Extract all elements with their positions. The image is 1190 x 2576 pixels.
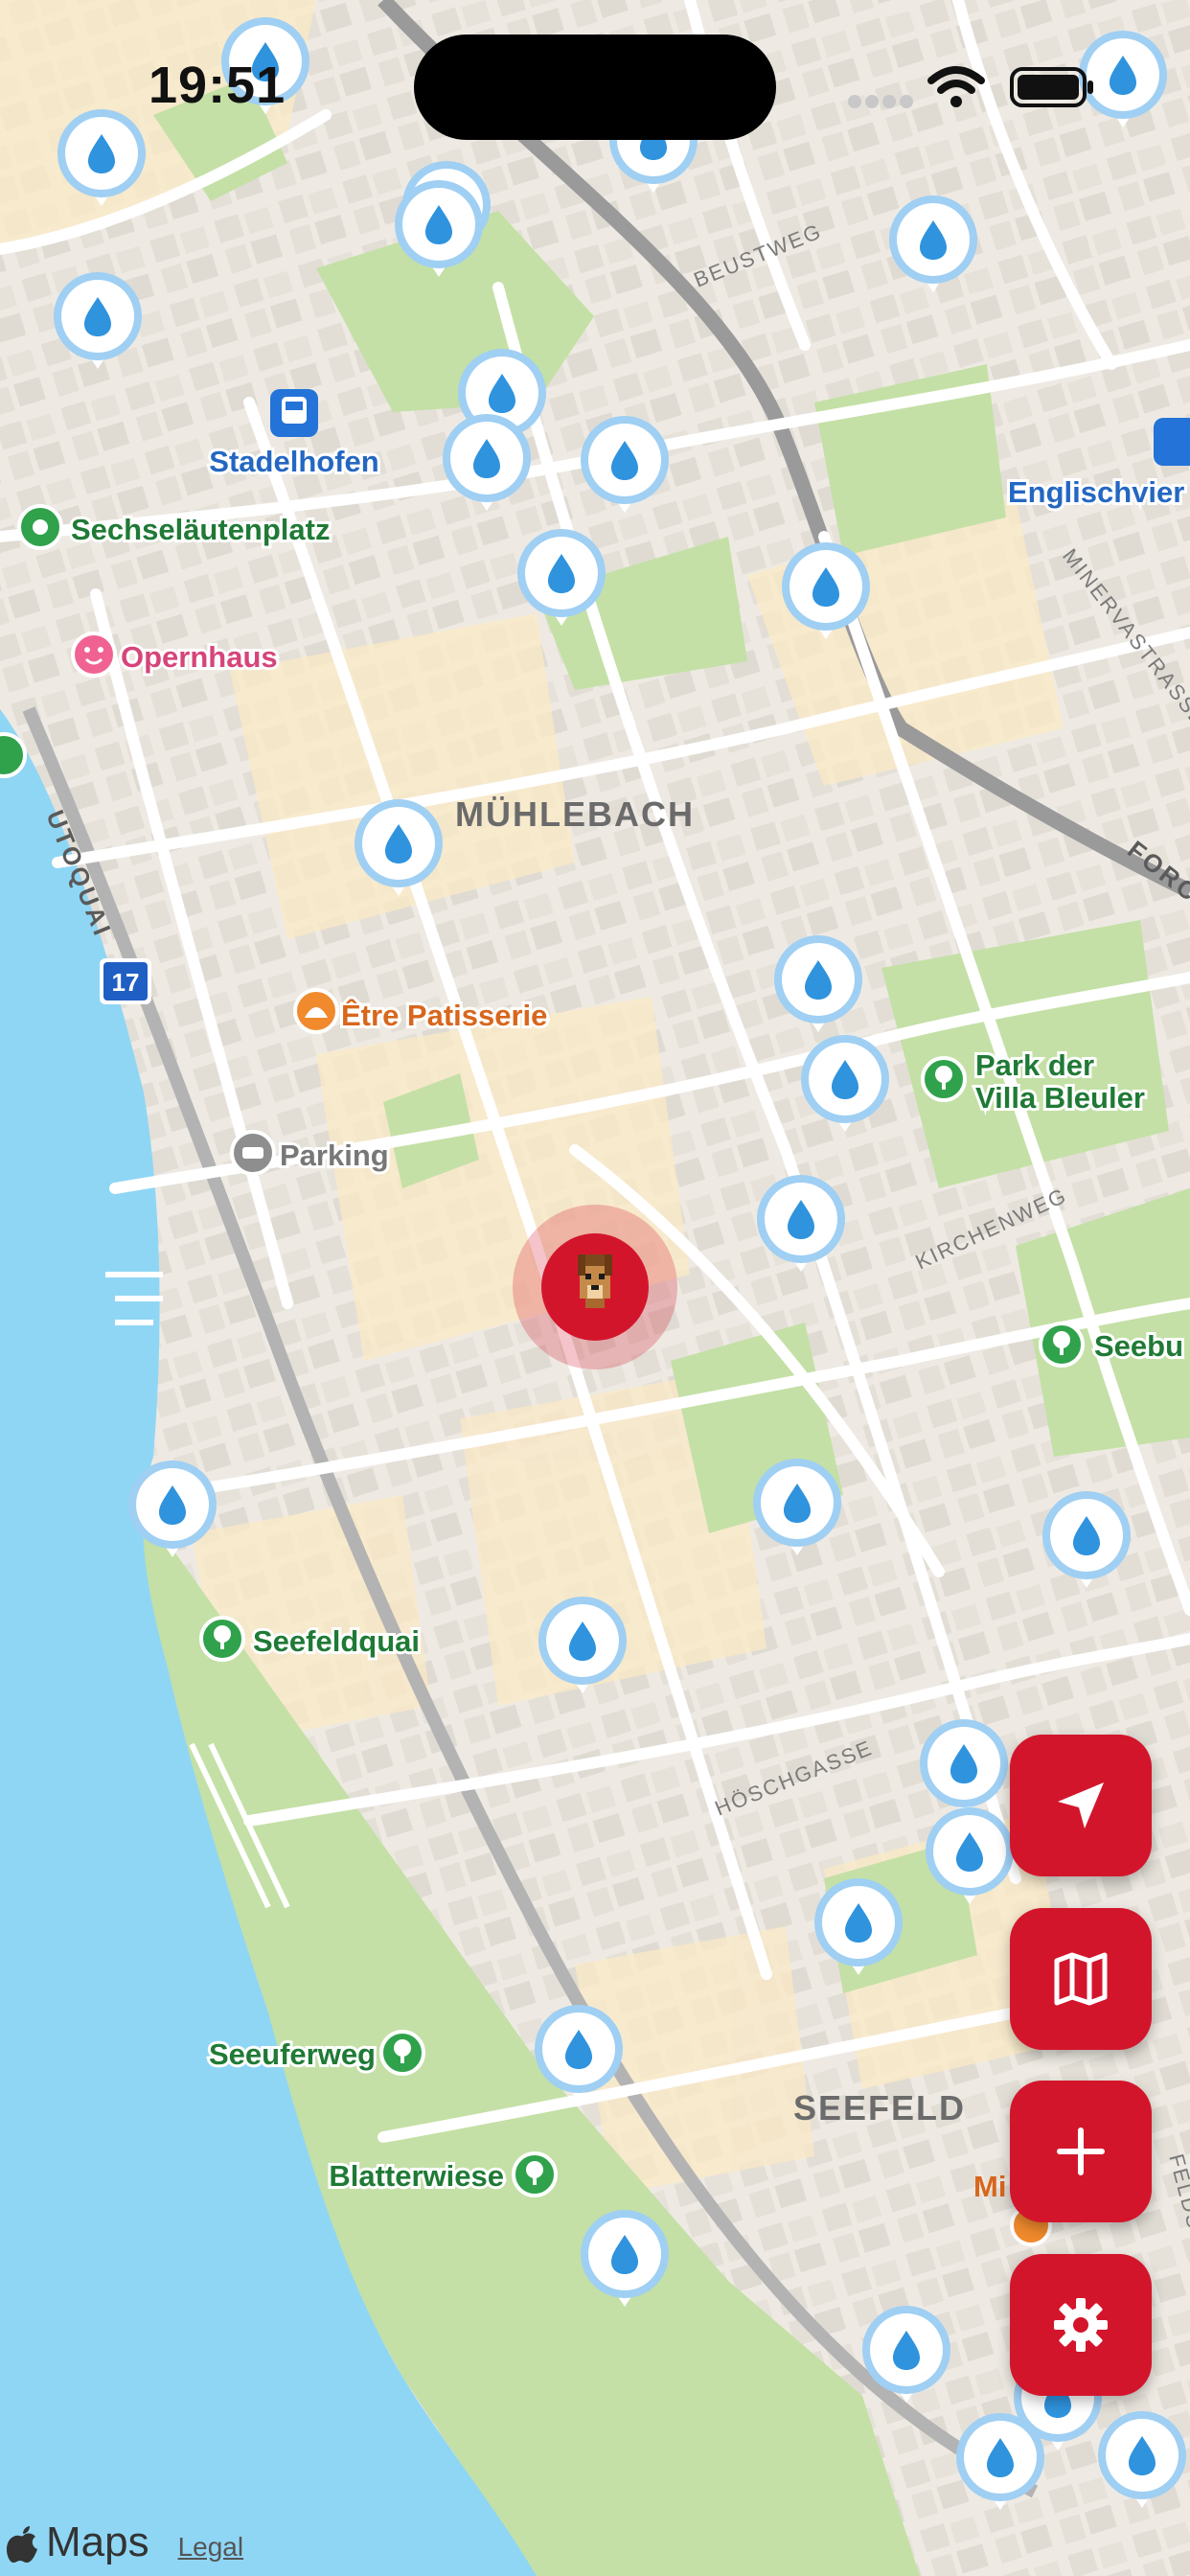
add-button[interactable] [1010,2081,1152,2222]
maps-brand: Maps [46,2518,149,2565]
poi-label-mi: Mi [973,2170,1006,2203]
theater-icon [71,632,117,678]
map-icon [1054,1952,1108,2006]
poi-label-englischviertel: Englischvier [1008,475,1184,509]
map-attribution: Maps Legal [6,2518,243,2566]
poi-label-blatterwiese: Blatterwiese [329,2159,504,2193]
settings-button[interactable] [1010,2254,1152,2396]
wifi-icon [927,66,985,107]
poi-label-parking: Parking [280,1138,389,1172]
user-location-marker[interactable] [513,1205,677,1369]
park-icon [0,732,27,778]
battery-icon [1010,67,1093,107]
route-badge-label: 17 [112,968,140,997]
poi-label-seebu: Seebu [1094,1329,1183,1363]
poi-label-park-villa-bleuler-1: Park der [975,1048,1094,1082]
poi-label-seefeldquai: Seefeldquai [253,1624,420,1658]
poi-label-stadelhofen: Stadelhofen [209,445,378,478]
poi-label-etre-patisserie: Être Patisserie [341,998,547,1032]
plus-icon [1057,2128,1105,2175]
legal-link[interactable]: Legal [178,2532,244,2563]
district-label-muehlebach: MÜHLEBACH [455,794,695,834]
poi-label-park-villa-bleuler-2: Villa Bleuler [975,1081,1145,1115]
locate-button[interactable] [1010,1735,1152,1876]
poi-label-opernhaus: Opernhaus [121,640,278,674]
apple-logo-icon [6,2526,37,2563]
poi-label-seeuferweg: Seeuferweg [209,2037,376,2071]
gear-icon [1054,2298,1108,2352]
district-label-seefeld: SEEFELD [793,2088,966,2128]
poi-label-sechselaeutenplatz: Sechseläutenplatz [71,513,330,546]
map-mode-button[interactable] [1010,1908,1152,2050]
cellular-signal-icon [848,95,913,108]
dynamic-island [414,34,776,140]
location-arrow-icon [1058,1782,1104,1828]
tram-icon [1154,418,1190,466]
status-time: 19:51 [149,57,286,114]
